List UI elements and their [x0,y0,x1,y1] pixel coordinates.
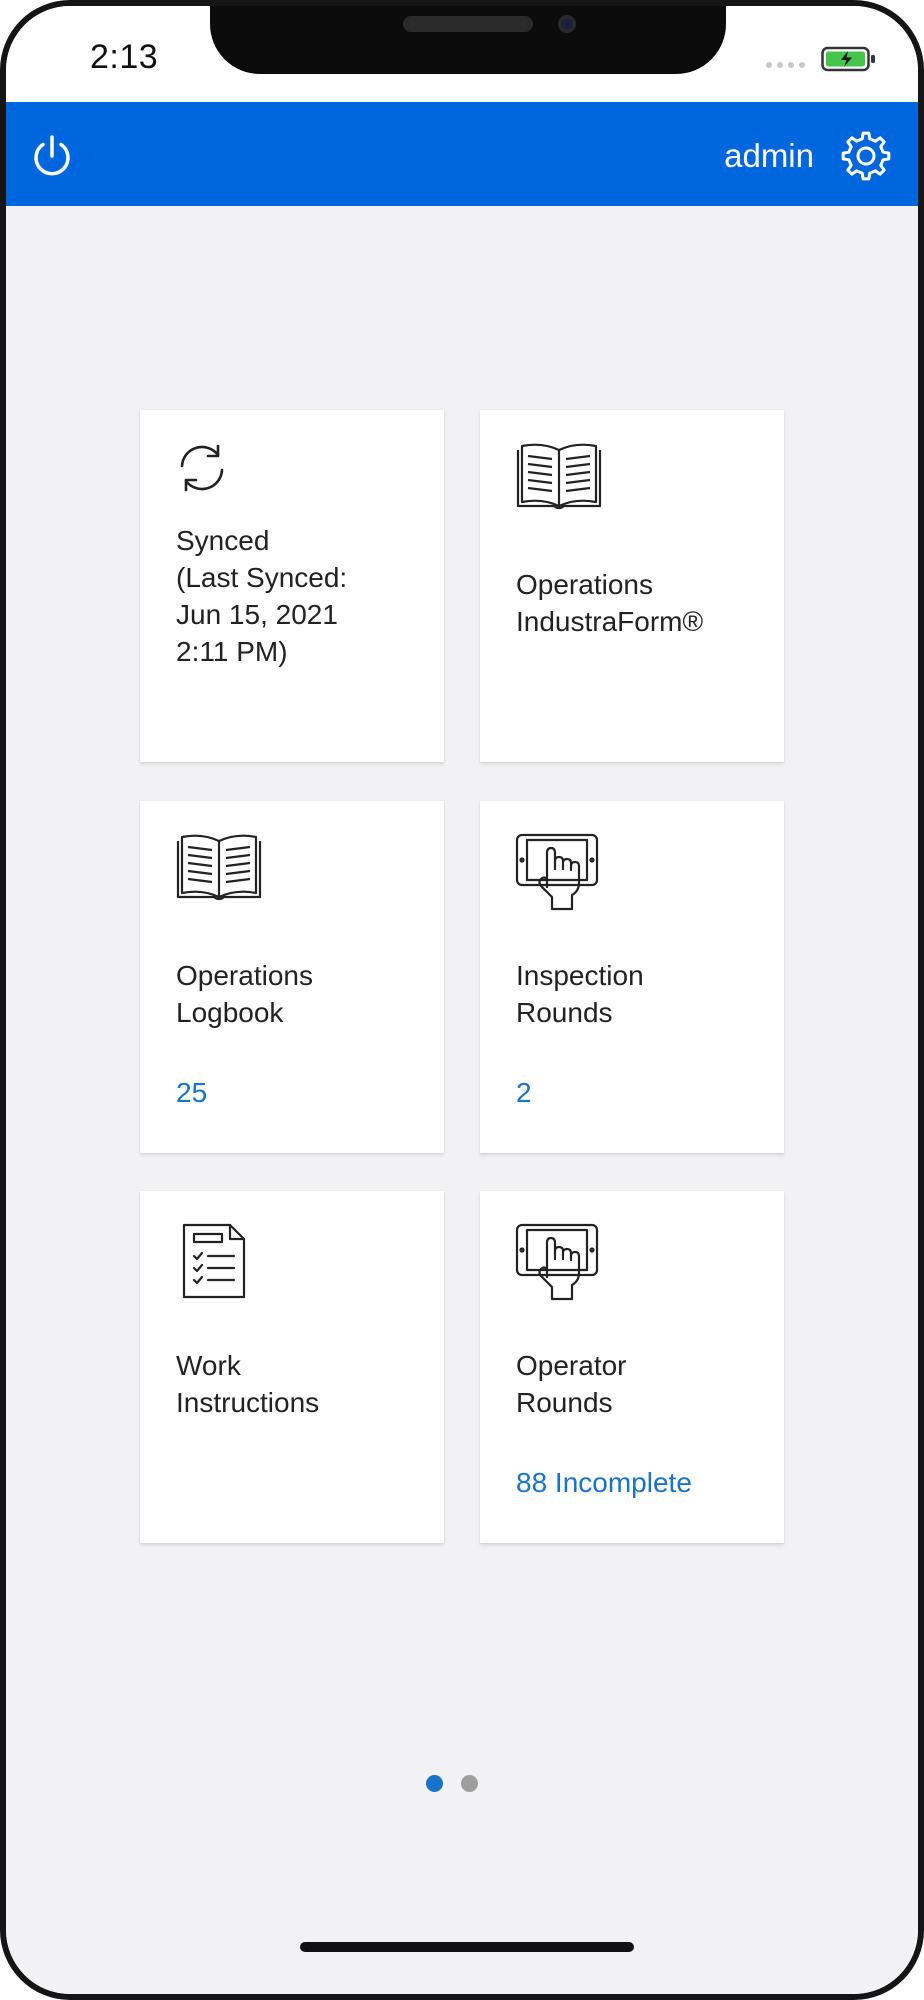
page-indicator [426,1775,478,1792]
notch-camera [558,15,576,33]
device-notch [210,6,726,74]
tablet-touch-icon [514,831,600,918]
sync-icon [174,440,230,501]
user-name: admin [724,137,814,174]
power-icon[interactable] [28,132,76,180]
tile-count: 25 [176,1077,208,1108]
tablet-touch-icon [514,1221,600,1308]
signal-icon [766,62,810,70]
open-book-icon [514,440,604,521]
home-indicator[interactable] [300,1942,634,1952]
tile-operations[interactable]: Operations IndustraForm® [480,410,784,762]
page-dot-active[interactable] [426,1775,443,1792]
notch-speaker [403,16,533,32]
tile-label: Operations Logbook [176,960,313,1028]
tile-label: Operator Rounds [516,1350,627,1418]
tile-label: Inspection Rounds [516,960,644,1028]
open-book-icon [174,831,264,912]
tile-label: Operations IndustraForm® [516,569,704,637]
battery-icon [821,46,875,72]
tile-synced[interactable]: Synced (Last Synced: Jun 15, 2021 2:11 P… [140,410,444,762]
tile-label: Work Instructions [176,1350,320,1418]
page-dot[interactable] [461,1775,478,1792]
tile-work[interactable]: Work Instructions [140,1191,444,1543]
app-screen: 2:13 admin Synced (Last Synced: Jun 15, … [6,6,918,1994]
tile-operations[interactable]: Operations Logbook 25 [140,801,444,1153]
tile-operator[interactable]: Operator Rounds 88 Incomplete [480,1191,784,1543]
status-time: 2:13 [90,38,159,76]
tile-count: 2 [516,1077,532,1108]
tile-count: 88 Incomplete [516,1467,692,1498]
checklist-icon [174,1221,252,1308]
tile-label: Synced (Last Synced: Jun 15, 2021 2:11 P… [176,525,348,667]
phone-frame: 2:13 admin Synced (Last Synced: Jun 15, … [0,0,924,2000]
home-area [6,1924,918,1994]
gear-icon[interactable] [839,129,893,183]
app-header: admin [6,102,918,206]
tile-inspection[interactable]: Inspection Rounds 2 [480,801,784,1153]
